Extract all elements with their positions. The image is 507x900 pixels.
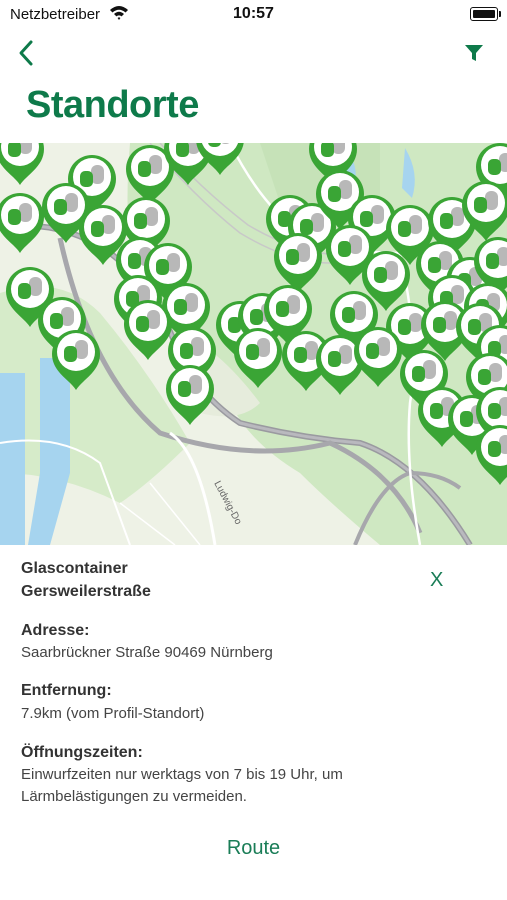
map-canvas: Ludwig-Do: [0, 143, 507, 545]
route-button[interactable]: Route: [0, 837, 507, 860]
distance-label: Entfernung:: [21, 682, 112, 699]
status-time: 10:57: [233, 5, 274, 22]
detail-title-line1: Glascontainer: [21, 560, 128, 577]
status-bar: Netzbetreiber 10:57: [0, 0, 507, 30]
detail-title-line2: Gersweilerstraße: [21, 583, 151, 600]
detail-panel: Glascontainer Gersweilerstraße X Adresse…: [0, 545, 507, 900]
address-value: Saarbrückner Straße 90469 Nürnberg: [21, 644, 273, 661]
detail-title: Glascontainer Gersweilerstraße: [21, 557, 381, 603]
address-label: Adresse:: [21, 622, 90, 639]
filter-button[interactable]: [463, 42, 485, 64]
chevron-left-icon: [19, 40, 33, 66]
page-title: Standorte: [26, 84, 199, 126]
navigation-bar: [0, 36, 507, 70]
hours-value: Einwurfzeiten nur werktags von 7 bis 19 …: [21, 766, 343, 805]
close-button[interactable]: X: [430, 569, 443, 592]
battery-icon: [470, 7, 501, 21]
hours-label: Öffnungszeiten:: [21, 744, 143, 761]
back-button[interactable]: [14, 38, 38, 68]
map-view[interactable]: Ludwig-Do: [0, 143, 507, 545]
distance-value: 7.9km (vom Profil-Standort): [21, 705, 205, 722]
filter-icon: [465, 45, 483, 61]
